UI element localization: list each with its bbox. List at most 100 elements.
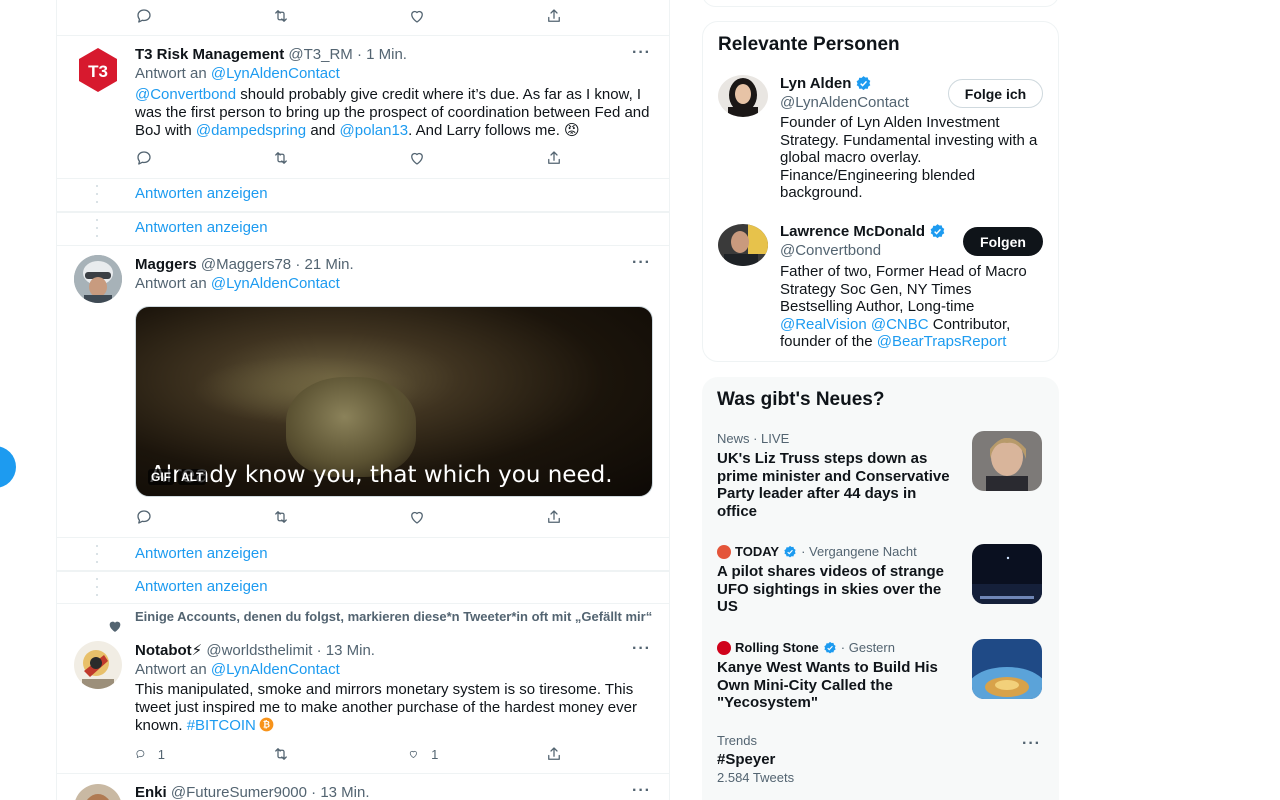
news-time: · Gestern: [840, 640, 895, 655]
tweet-time[interactable]: · 21 Min.: [295, 256, 353, 273]
gif-media[interactable]: Already know you, that which you need. G…: [135, 306, 653, 497]
news-source[interactable]: TODAY: [735, 544, 779, 559]
share-button[interactable]: [545, 6, 575, 26]
mention-link[interactable]: @dampedspring: [196, 122, 306, 139]
tweet-time[interactable]: · 13 Min.: [317, 642, 375, 659]
more-icon[interactable]: ···: [632, 782, 651, 800]
share-icon: [548, 747, 560, 760]
tweet-time[interactable]: · 1 Min.: [357, 46, 407, 63]
mention-link[interactable]: @BearTrapsReport: [877, 333, 1007, 350]
avatar-t3[interactable]: T3: [74, 46, 122, 94]
reply-to-link[interactable]: @LynAldenContact: [211, 661, 340, 678]
compose-floating-button[interactable]: [0, 446, 16, 488]
svg-text:₿: ₿: [263, 720, 270, 731]
author-name[interactable]: Enki: [135, 784, 167, 800]
like-button[interactable]: [408, 6, 438, 26]
gif-caption: Already know you, that which you need.: [150, 462, 613, 488]
alt-badge[interactable]: ALT: [178, 469, 207, 485]
news-thumbnail[interactable]: [972, 639, 1042, 699]
divider: [57, 773, 669, 774]
reply-to-link[interactable]: @LynAldenContact: [211, 275, 340, 292]
verified-icon: [857, 76, 871, 91]
divider: [57, 603, 669, 604]
more-icon[interactable]: ···: [632, 640, 651, 658]
news-title[interactable]: A pilot shares videos of strange UFO sig…: [717, 563, 957, 616]
following-button[interactable]: Folge ich: [948, 79, 1043, 108]
follow-button[interactable]: Folgen: [963, 227, 1043, 256]
like-count: 1: [431, 746, 439, 762]
reply-to-link[interactable]: @LynAldenContact: [211, 65, 340, 82]
news-source[interactable]: Rolling Stone: [735, 640, 819, 655]
tweet-text: This manipulated, smoke and mirrors mone…: [135, 681, 655, 735]
show-replies-link[interactable]: Antworten anzeigen: [135, 218, 268, 238]
share-button[interactable]: [545, 148, 575, 168]
share-button[interactable]: [545, 744, 575, 764]
author-handle[interactable]: @FutureSumer9000: [171, 784, 307, 800]
show-replies-link[interactable]: Antworten anzeigen: [135, 544, 268, 564]
more-icon[interactable]: ···: [632, 254, 651, 272]
t3-logo-icon: T3: [74, 46, 122, 94]
avatar-lyn-alden[interactable]: [718, 75, 768, 117]
mention-link[interactable]: @CNBC: [871, 316, 929, 333]
text-segment: and: [306, 122, 340, 139]
reply-prefix: Antwort an: [135, 661, 207, 678]
person-handle[interactable]: @LynAldenContact: [780, 94, 909, 111]
like-button[interactable]: 1: [408, 744, 438, 764]
more-icon[interactable]: ···: [632, 44, 651, 62]
divider: [57, 211, 669, 213]
person-bio: Father of two, Former Head of Macro Stra…: [780, 263, 1045, 351]
more-icon[interactable]: ···: [1022, 735, 1041, 753]
share-button[interactable]: [545, 507, 575, 527]
relevant-people-card: Relevante Personen Lyn Alden @LynAldenCo…: [702, 21, 1059, 362]
like-button[interactable]: [408, 148, 438, 168]
news-title[interactable]: UK's Liz Truss steps down as prime minis…: [717, 450, 957, 520]
reply-button[interactable]: [135, 507, 165, 527]
retweet-button[interactable]: [272, 744, 302, 764]
reply-button[interactable]: 1: [135, 744, 165, 764]
news-title[interactable]: Kanye West Wants to Build His Own Mini-C…: [717, 659, 957, 712]
verified-icon: [784, 545, 796, 557]
avatar-maggers[interactable]: [74, 255, 122, 303]
show-replies-link[interactable]: Antworten anzeigen: [135, 577, 268, 597]
card-title: Was gibt's Neues?: [717, 389, 885, 410]
heart-icon: [411, 10, 424, 23]
bitcoin-icon: ₿: [259, 717, 274, 732]
like-button[interactable]: [408, 507, 438, 527]
show-replies-link[interactable]: Antworten anzeigen: [135, 184, 268, 204]
social-context[interactable]: Einige Accounts, denen du folgst, markie…: [135, 610, 655, 624]
heart-icon: [411, 152, 424, 165]
verified-icon: [930, 224, 945, 239]
author-handle[interactable]: @Maggers78: [201, 256, 291, 273]
reply-button[interactable]: [135, 148, 165, 168]
retweet-button[interactable]: [272, 6, 302, 26]
retweet-button[interactable]: [272, 148, 302, 168]
divider: [57, 35, 669, 36]
avatar-notabot[interactable]: [74, 641, 122, 689]
author-name[interactable]: Notabot⚡: [135, 642, 202, 659]
avatar-enki[interactable]: [74, 784, 122, 800]
reply-button[interactable]: [135, 6, 165, 26]
avatar-image: [74, 255, 122, 303]
author-handle[interactable]: @worldsthelimit: [206, 642, 312, 659]
news-thumbnail[interactable]: [972, 431, 1042, 491]
mention-link[interactable]: @polan13: [340, 122, 409, 139]
hashtag-link[interactable]: #BITCOIN: [187, 717, 256, 734]
retweet-button[interactable]: [272, 507, 302, 527]
today-logo-icon: [717, 544, 731, 559]
person-name-text: Lawrence McDonald: [780, 223, 926, 240]
verified-icon: [824, 641, 836, 653]
avatar-lawrence-mcdonald[interactable]: [718, 224, 768, 266]
mention-link[interactable]: @RealVision: [780, 316, 867, 333]
person-handle[interactable]: @Convertbond: [780, 242, 881, 259]
trend-name[interactable]: #Speyer: [717, 751, 957, 769]
news-thumbnail[interactable]: [972, 544, 1042, 604]
gif-badges: GIF ALT: [148, 469, 207, 485]
author-name[interactable]: T3 Risk Management: [135, 46, 284, 63]
author-handle[interactable]: @T3_RM: [288, 46, 352, 63]
mention-link[interactable]: @Convertbond: [135, 86, 236, 103]
author-name[interactable]: Maggers: [135, 256, 197, 273]
person-name[interactable]: Lyn Alden: [780, 75, 872, 92]
tweet-time[interactable]: · 13 Min.: [311, 784, 369, 800]
text-segment: . And Larry follows me. 😡: [408, 122, 580, 139]
person-name[interactable]: Lawrence McDonald: [780, 223, 946, 240]
